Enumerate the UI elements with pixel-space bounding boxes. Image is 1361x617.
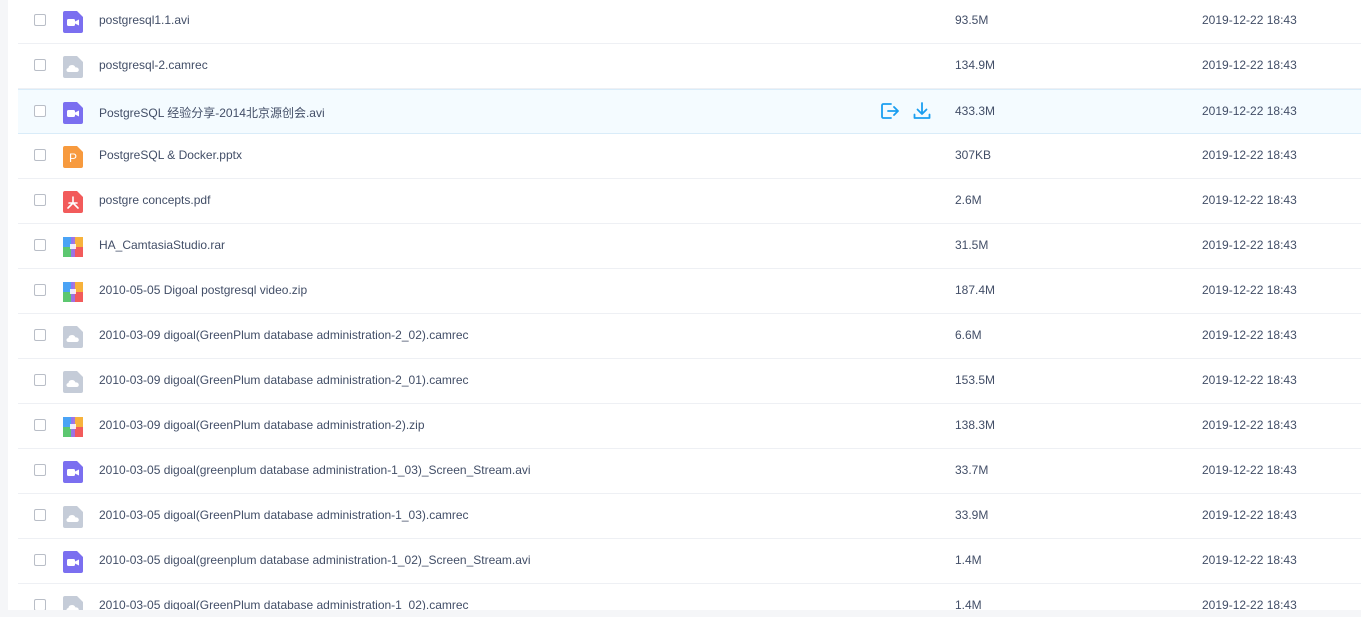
file-list-panel: postgresql1.1.avi 93.5M 2019-12-22 18:43 po… [8,0,1361,610]
file-date: 2019-12-22 18:43 [1202,598,1297,610]
file-date: 2019-12-22 18:43 [1202,553,1297,567]
video-file-icon [63,551,83,573]
file-row[interactable]: P PostgreSQL & Docker.pptx 307KB 2019-12-22… [18,134,1361,179]
file-size: 153.5M [955,373,996,387]
row-checkbox[interactable] [34,105,46,117]
file-name[interactable]: 2010-03-05 digoal(greenplum database adm… [99,463,531,477]
file-name[interactable]: 2010-03-09 digoal(GreenPlum database adm… [99,373,469,387]
pdf-file-icon [63,191,83,213]
file-size: 1.4M [955,598,982,610]
file-row[interactable]: postgresql1.1.avi 93.5M 2019-12-22 18:43 [18,0,1361,44]
file-row[interactable]: 2010-03-09 digoal(GreenPlum database adm… [18,314,1361,359]
cloud-file-icon [63,371,83,393]
file-row[interactable]: 2010-05-05 Digoal postgresql video.zip 18… [18,269,1361,314]
file-row[interactable]: 2010-03-05 digoal(greenplum database adm… [18,449,1361,494]
file-row[interactable]: HA_CamtasiaStudio.rar 31.5M 2019-12-22 18:… [18,224,1361,269]
cloud-file-icon [63,326,83,348]
file-size: 433.3M [955,104,996,118]
file-row[interactable]: 2010-03-05 digoal(GreenPlum database adm… [18,584,1361,610]
cloud-file-icon [63,506,83,528]
file-size: 33.9M [955,508,989,522]
file-size: 307KB [955,148,992,162]
row-checkbox[interactable] [34,14,46,26]
file-name[interactable]: 2010-03-05 digoal(GreenPlum database adm… [99,598,469,610]
file-name[interactable]: HA_CamtasiaStudio.rar [99,238,225,252]
share-icon[interactable] [880,101,900,121]
ppt-file-icon: P [63,146,83,168]
file-row[interactable]: PostgreSQL 经验分享-2014北京源创会.avi 433.3M 2019-… [18,89,1361,134]
download-icon[interactable] [912,101,932,121]
row-checkbox[interactable] [34,419,46,431]
archive-file-icon [63,416,83,438]
archive-file-icon [63,281,83,303]
archive-file-icon [63,236,83,258]
cloud-file-icon [63,596,83,610]
cloud-file-icon [63,56,83,78]
row-checkbox[interactable] [34,194,46,206]
row-checkbox[interactable] [34,554,46,566]
video-file-icon [63,102,83,124]
file-size: 33.7M [955,463,989,477]
file-name[interactable]: 2010-03-05 digoal(greenplum database adm… [99,553,531,567]
file-name[interactable]: PostgreSQL & Docker.pptx [99,148,242,162]
video-file-icon [63,11,83,33]
file-row[interactable]: 2010-03-09 digoal(GreenPlum database adm… [18,359,1361,404]
file-size: 31.5M [955,238,989,252]
file-size: 6.6M [955,328,982,342]
file-row[interactable]: 2010-03-05 digoal(greenplum database adm… [18,539,1361,584]
file-row[interactable]: 2010-03-09 digoal(GreenPlum database adm… [18,404,1361,449]
file-date: 2019-12-22 18:43 [1202,463,1297,477]
file-date: 2019-12-22 18:43 [1202,508,1297,522]
file-date: 2019-12-22 18:43 [1202,283,1297,297]
file-date: 2019-12-22 18:43 [1202,418,1297,432]
row-checkbox[interactable] [34,599,46,610]
file-row[interactable]: postgre concepts.pdf 2.6M 2019-12-22 18:43 [18,179,1361,224]
file-size: 1.4M [955,553,982,567]
file-row[interactable]: postgresql-2.camrec 134.9M 2019-12-22 18:4… [18,44,1361,89]
file-name[interactable]: postgresql1.1.avi [99,13,190,27]
file-size: 134.9M [955,58,996,72]
file-date: 2019-12-22 18:43 [1202,148,1297,162]
file-row[interactable]: 2010-03-05 digoal(GreenPlum database adm… [18,494,1361,539]
file-name[interactable]: PostgreSQL 经验分享-2014北京源创会.avi [99,104,325,121]
file-name[interactable]: 2010-03-09 digoal(GreenPlum database adm… [99,418,425,432]
row-checkbox[interactable] [34,149,46,161]
file-name[interactable]: 2010-03-09 digoal(GreenPlum database adm… [99,328,469,342]
file-size: 187.4M [955,283,996,297]
file-date: 2019-12-22 18:43 [1202,328,1297,342]
file-date: 2019-12-22 18:43 [1202,238,1297,252]
file-name[interactable]: 2010-03-05 digoal(GreenPlum database adm… [99,508,469,522]
file-date: 2019-12-22 18:43 [1202,13,1297,27]
row-checkbox[interactable] [34,464,46,476]
row-checkbox[interactable] [34,509,46,521]
row-checkbox[interactable] [34,239,46,251]
file-size: 138.3M [955,418,996,432]
file-date: 2019-12-22 18:43 [1202,373,1297,387]
video-file-icon [63,461,83,483]
row-checkbox[interactable] [34,284,46,296]
file-name[interactable]: postgre concepts.pdf [99,193,210,207]
file-size: 93.5M [955,13,989,27]
file-name[interactable]: postgresql-2.camrec [99,58,208,72]
row-checkbox[interactable] [34,329,46,341]
row-checkbox[interactable] [34,59,46,71]
svg-text:P: P [69,151,77,165]
file-name[interactable]: 2010-05-05 Digoal postgresql video.zip [99,283,307,297]
file-size: 2.6M [955,193,982,207]
row-checkbox[interactable] [34,374,46,386]
file-date: 2019-12-22 18:43 [1202,193,1297,207]
file-date: 2019-12-22 18:43 [1202,58,1297,72]
file-date: 2019-12-22 18:43 [1202,104,1297,118]
